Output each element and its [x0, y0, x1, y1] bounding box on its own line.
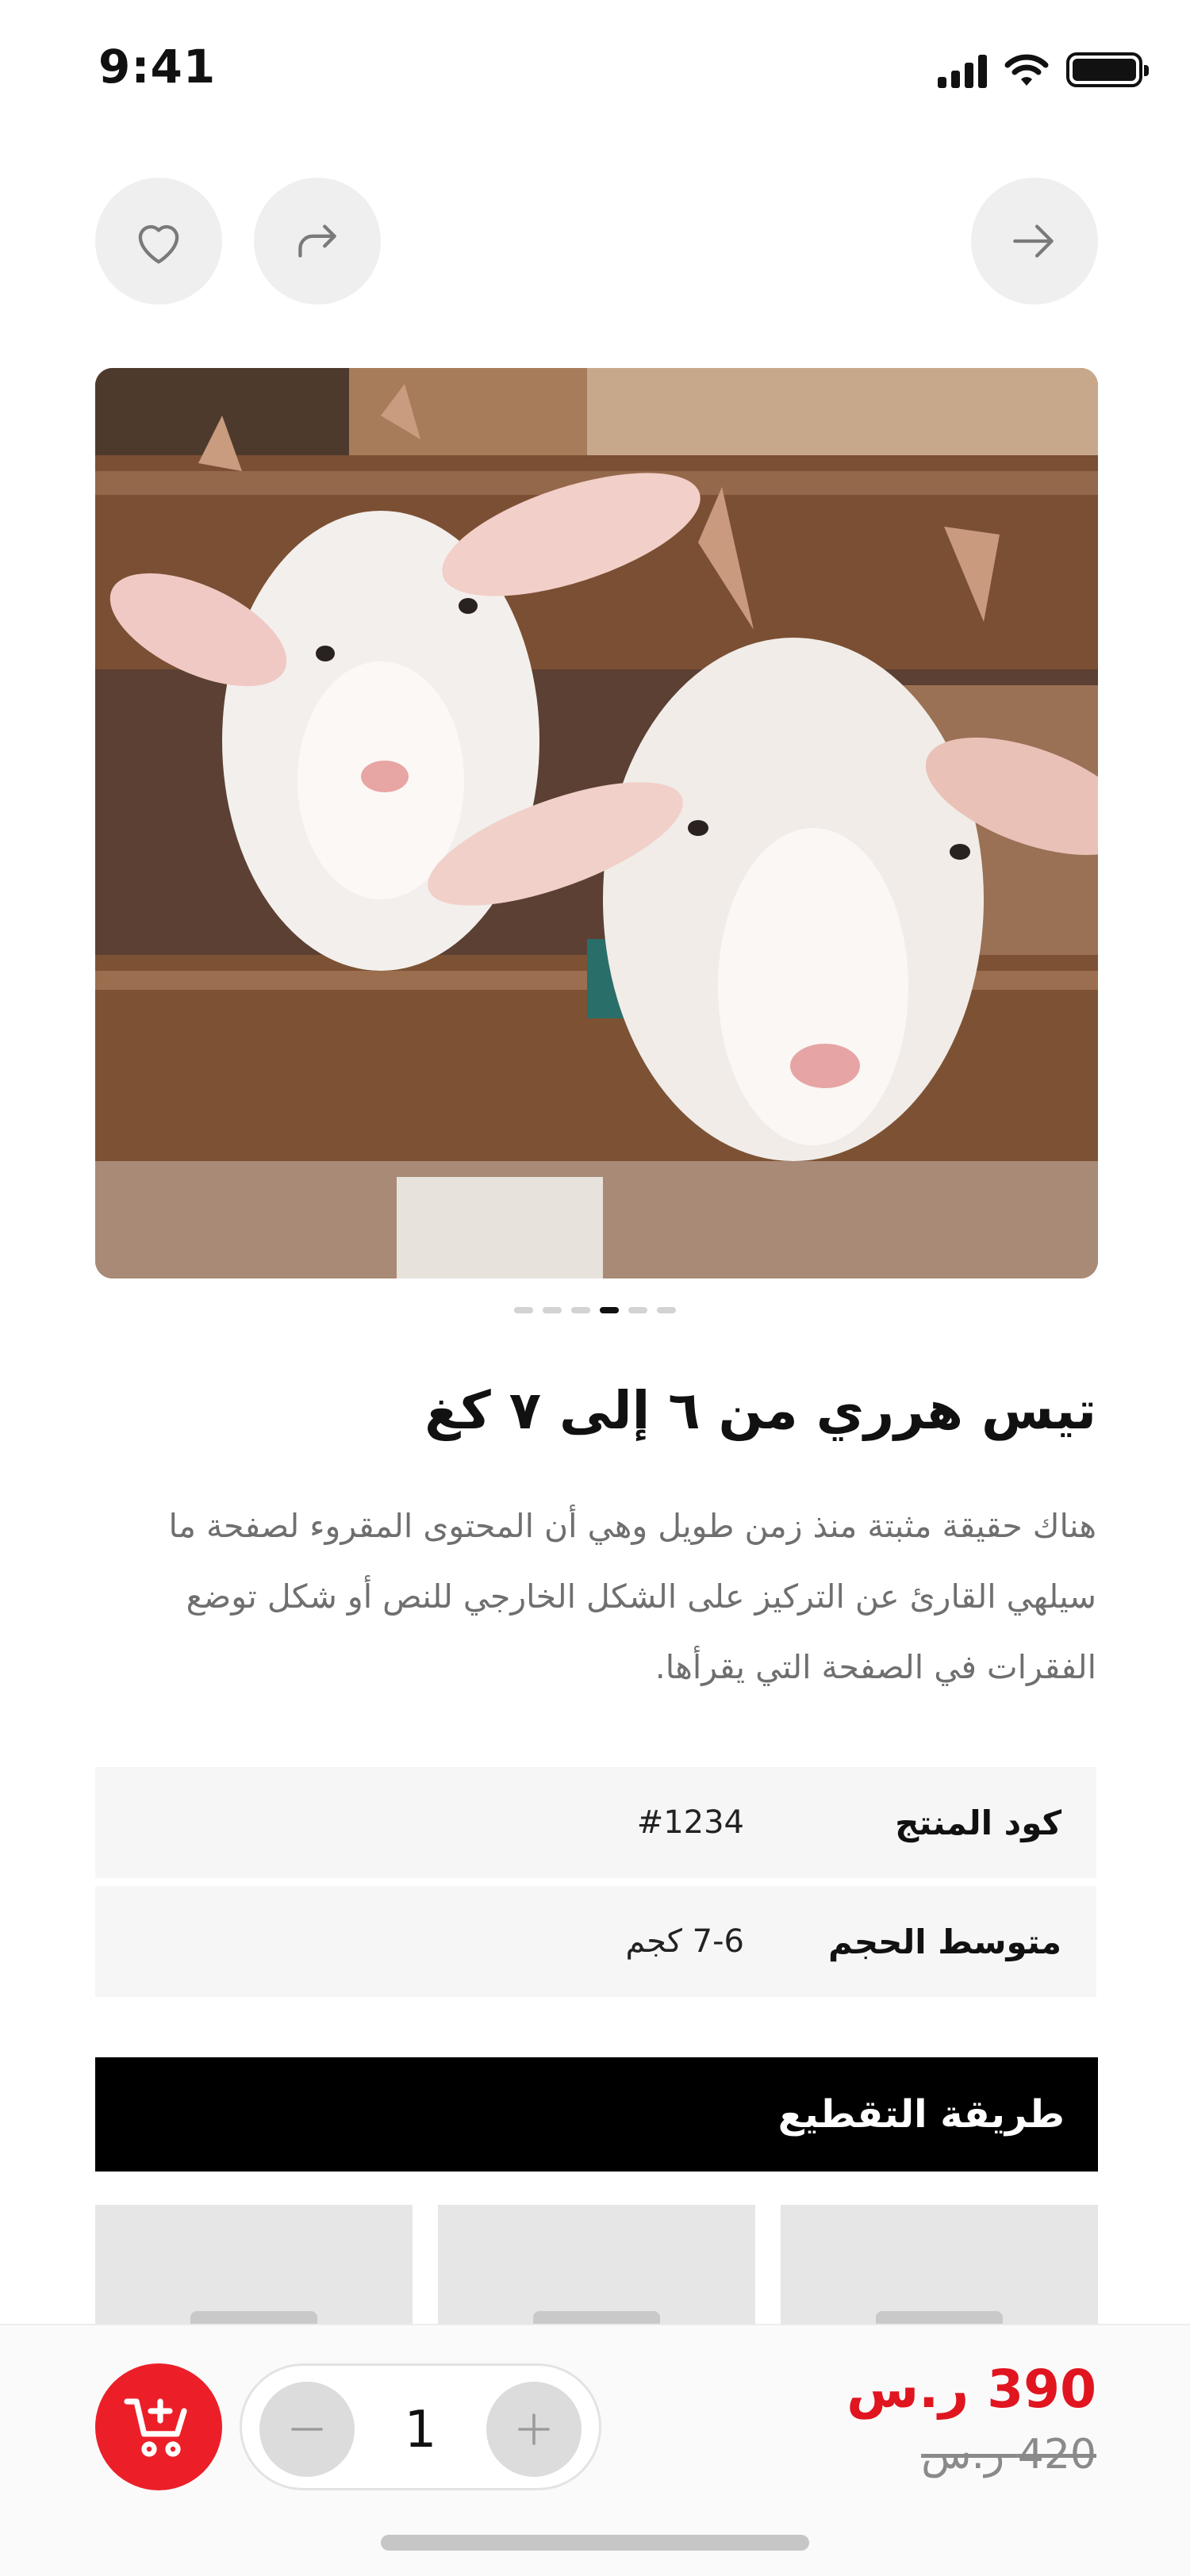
increase-quantity-button[interactable] — [486, 2382, 582, 2477]
purchase-bar: 1 390 ر.س 420 ر.س — [0, 2324, 1190, 2576]
pagination-dot[interactable] — [628, 1307, 647, 1313]
original-price: 420 ر.س — [921, 2431, 1096, 2478]
spec-row-product-code: كود المنتج #1234 — [95, 1767, 1096, 1878]
arrow-right-icon — [1013, 224, 1054, 258]
product-specs-table: كود المنتج #1234 متوسط الحجم 7-6 كجم — [95, 1767, 1096, 2005]
cart-plus-icon — [124, 2398, 187, 2457]
battery-icon — [1066, 52, 1149, 87]
back-button[interactable] — [971, 178, 1098, 305]
product-description: هناك حقيقة مثبتة منذ زمن طويل وهي أن الم… — [168, 1507, 1096, 1686]
quantity-value: 1 — [404, 2401, 437, 2459]
cutting-method-header: طريقة التقطيع — [95, 2057, 1098, 2172]
status-time: 9:41 — [98, 40, 217, 94]
product-title: تيس هرري من ٦ إلى ٧ كغ — [424, 1380, 1096, 1441]
cutting-options — [95, 2205, 1098, 2443]
quantity-stepper: 1 — [240, 2363, 601, 2490]
share-button[interactable] — [254, 178, 381, 305]
cellular-signal-icon — [938, 52, 987, 88]
home-indicator — [381, 2535, 809, 2551]
spec-value: 7-6 كجم — [625, 1923, 744, 1960]
favorite-button[interactable] — [95, 178, 222, 305]
pagination-dot[interactable] — [543, 1307, 562, 1313]
product-image — [95, 368, 1098, 1278]
wifi-icon — [1004, 54, 1049, 86]
current-price: 390 ر.س — [846, 2359, 1096, 2420]
plus-icon — [518, 2413, 550, 2445]
pagination-dot[interactable] — [657, 1307, 676, 1313]
product-image-gallery[interactable] — [95, 368, 1098, 1278]
heart-icon — [138, 224, 179, 264]
pagination-dot[interactable] — [571, 1307, 590, 1313]
product-details-screen: 9:41 تيس هرري من ٦ إلى ٧ كغ هناك حقيقة م… — [0, 0, 1190, 2576]
status-icons — [938, 46, 1149, 94]
price-block: 390 ر.س 420 ر.س — [846, 2359, 1096, 2478]
status-bar: 9:41 — [0, 0, 1190, 135]
gallery-pagination — [0, 1307, 1190, 1313]
cutting-method-title: طريقة التقطيع — [777, 2092, 1065, 2137]
share-icon — [298, 224, 336, 258]
decrease-quantity-button[interactable] — [259, 2382, 355, 2477]
spec-label: كود المنتج — [895, 1803, 1061, 1842]
spec-value: #1234 — [636, 1804, 744, 1841]
add-to-cart-button[interactable] — [95, 2363, 222, 2490]
pagination-dot-active[interactable] — [600, 1307, 619, 1313]
pagination-dot[interactable] — [514, 1307, 533, 1313]
spec-row-average-size: متوسط الحجم 7-6 كجم — [95, 1886, 1096, 1997]
minus-icon — [291, 2428, 323, 2431]
spec-label: متوسط الحجم — [827, 1922, 1061, 1961]
